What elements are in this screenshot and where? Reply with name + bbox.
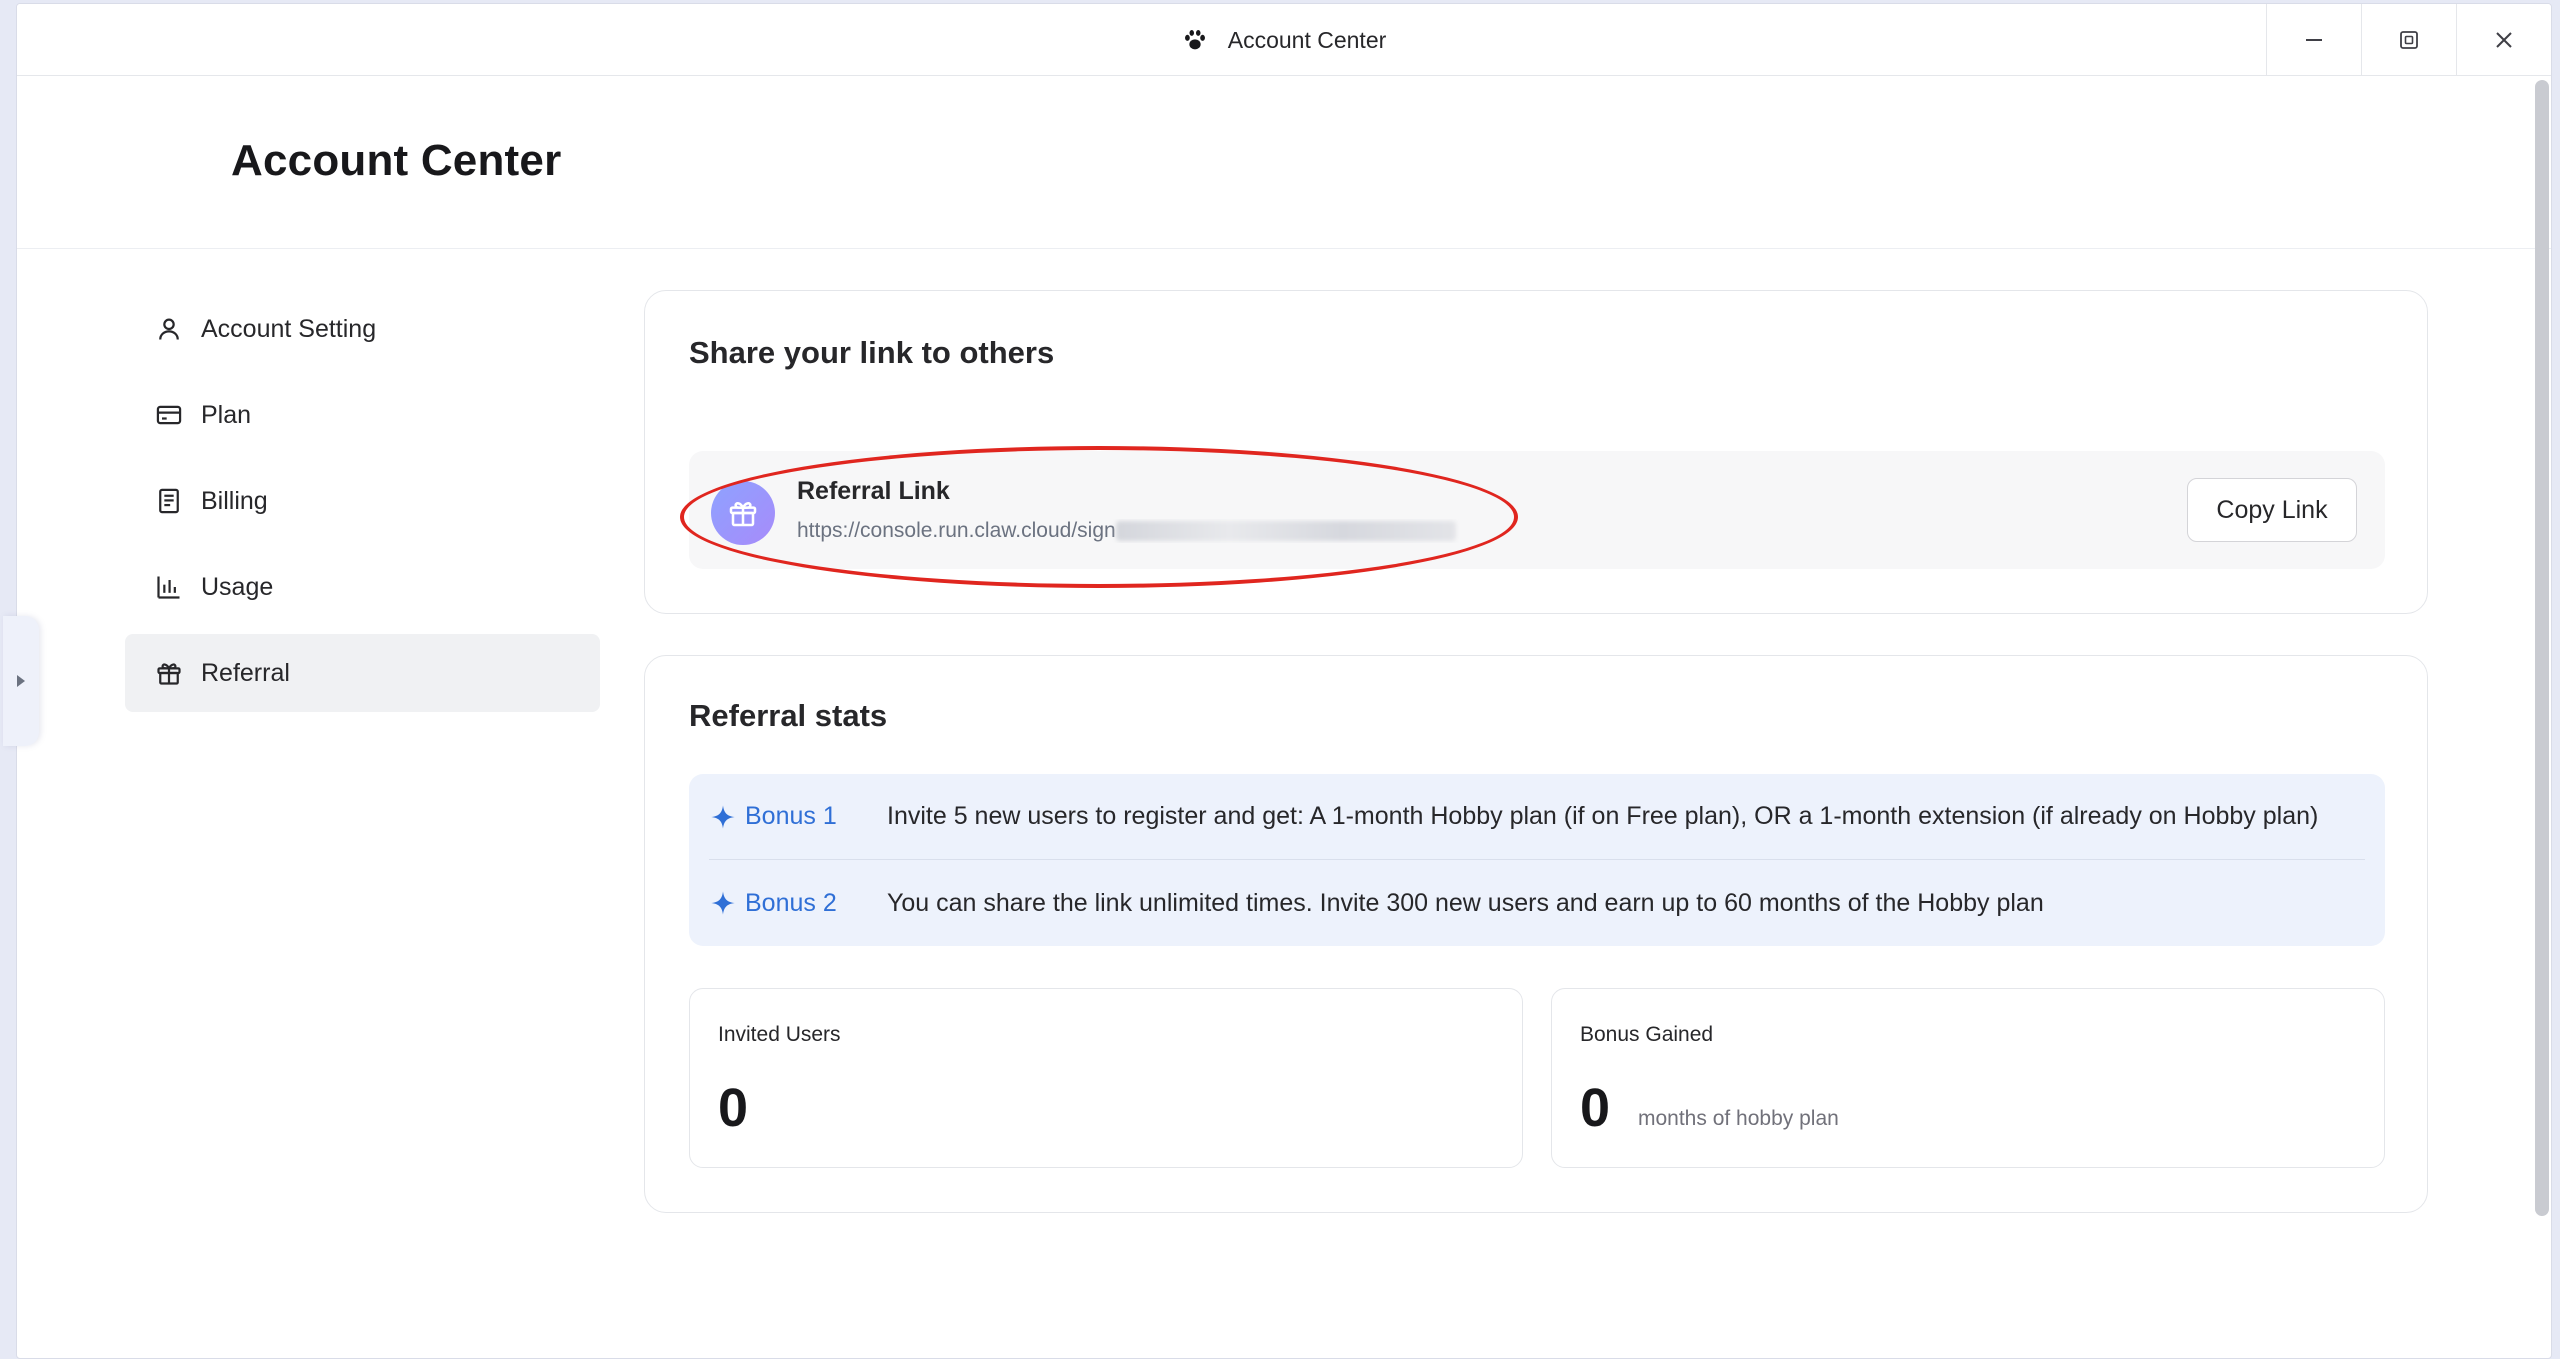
sidebar-item-label: Account Setting xyxy=(201,314,377,343)
sidebar-item-plan[interactable]: Plan xyxy=(125,376,600,454)
bonus-gained-stat: Bonus Gained 0 months of hobby plan xyxy=(1551,988,2385,1168)
bonus-item: Bonus 2 You can share the link unlimited… xyxy=(709,860,2365,946)
title-bar: Account Center xyxy=(17,4,2551,76)
referral-url-text: https://console.run.claw.cloud/sign xyxy=(797,519,1116,542)
paw-icon xyxy=(1184,30,1205,50)
stat-value: 0 xyxy=(718,1078,749,1138)
page-title: Account Center xyxy=(231,136,562,185)
sidebar-item-label: Referral xyxy=(201,658,290,687)
stats-card-title: Referral stats xyxy=(689,698,888,733)
stat-label: Bonus Gained xyxy=(1580,1023,1714,1046)
bonus-description: You can share the link unlimited times. … xyxy=(887,888,2044,917)
sidebar-item-label: Plan xyxy=(201,400,252,429)
bar-chart-icon xyxy=(157,576,180,599)
bonus-tag-label: Bonus 1 xyxy=(745,802,837,830)
gift-icon xyxy=(711,481,775,545)
referral-stats-card: Referral stats Bonus 1 Invite 5 new user… xyxy=(644,655,2428,1213)
scrollbar[interactable] xyxy=(2535,80,2549,1216)
invited-users-stat: Invited Users 0 xyxy=(689,988,1523,1168)
share-card-title: Share your link to others xyxy=(689,335,1055,370)
sidebar: Account Setting Plan Billing Usage Refer… xyxy=(125,290,600,720)
minimize-button[interactable] xyxy=(2266,4,2361,76)
restore-icon xyxy=(2400,31,2418,49)
stat-unit: months of hobby plan xyxy=(1638,1107,1839,1130)
receipt-icon xyxy=(159,488,179,514)
referral-link-label: Referral Link xyxy=(797,477,950,505)
share-link-card: Share your link to others Referral Link … xyxy=(644,290,2428,614)
page-header: Account Center xyxy=(17,76,2551,249)
redacted-url-part xyxy=(1115,521,1456,542)
restore-button[interactable] xyxy=(2361,4,2456,76)
window-title: Account Center xyxy=(17,4,2551,76)
bonus-tag: Bonus 1 xyxy=(709,802,887,831)
close-icon xyxy=(2496,32,2512,48)
copy-link-button[interactable]: Copy Link xyxy=(2187,478,2357,542)
close-button[interactable] xyxy=(2456,4,2551,76)
bonus-list: Bonus 1 Invite 5 new users to register a… xyxy=(689,774,2385,946)
user-icon xyxy=(159,318,179,340)
gift-icon xyxy=(157,663,181,685)
sidebar-item-referral[interactable]: Referral xyxy=(125,634,600,712)
window-title-text: Account Center xyxy=(1227,26,1387,53)
minimize-icon xyxy=(2306,39,2322,41)
sidebar-item-billing[interactable]: Billing xyxy=(125,462,600,540)
sparkle-icon xyxy=(711,804,735,829)
sidebar-item-label: Billing xyxy=(201,486,268,515)
bonus-tag: Bonus 2 xyxy=(709,889,887,918)
app-window: Account Center Account Center Account Se… xyxy=(16,3,2552,1359)
bonus-item: Bonus 1 Invite 5 new users to register a… xyxy=(709,774,2365,860)
window-controls xyxy=(2266,4,2551,76)
referral-link-row: Referral Link https://console.run.claw.c… xyxy=(689,451,2385,569)
sidebar-item-label: Usage xyxy=(201,572,274,601)
bonus-description: Invite 5 new users to register and get: … xyxy=(887,802,2319,830)
stat-label: Invited Users xyxy=(718,1023,841,1046)
sidebar-item-usage[interactable]: Usage xyxy=(125,548,600,626)
stat-value: 0 xyxy=(1580,1078,1611,1138)
sidebar-expand-tab[interactable] xyxy=(3,616,39,746)
sparkle-icon xyxy=(711,891,735,915)
chevron-right-icon xyxy=(17,675,25,687)
referral-link-url: https://console.run.claw.cloud/sign xyxy=(797,519,1487,543)
sidebar-item-account-setting[interactable]: Account Setting xyxy=(125,290,600,368)
bonus-tag-label: Bonus 2 xyxy=(745,888,837,917)
credit-card-icon xyxy=(156,405,182,425)
